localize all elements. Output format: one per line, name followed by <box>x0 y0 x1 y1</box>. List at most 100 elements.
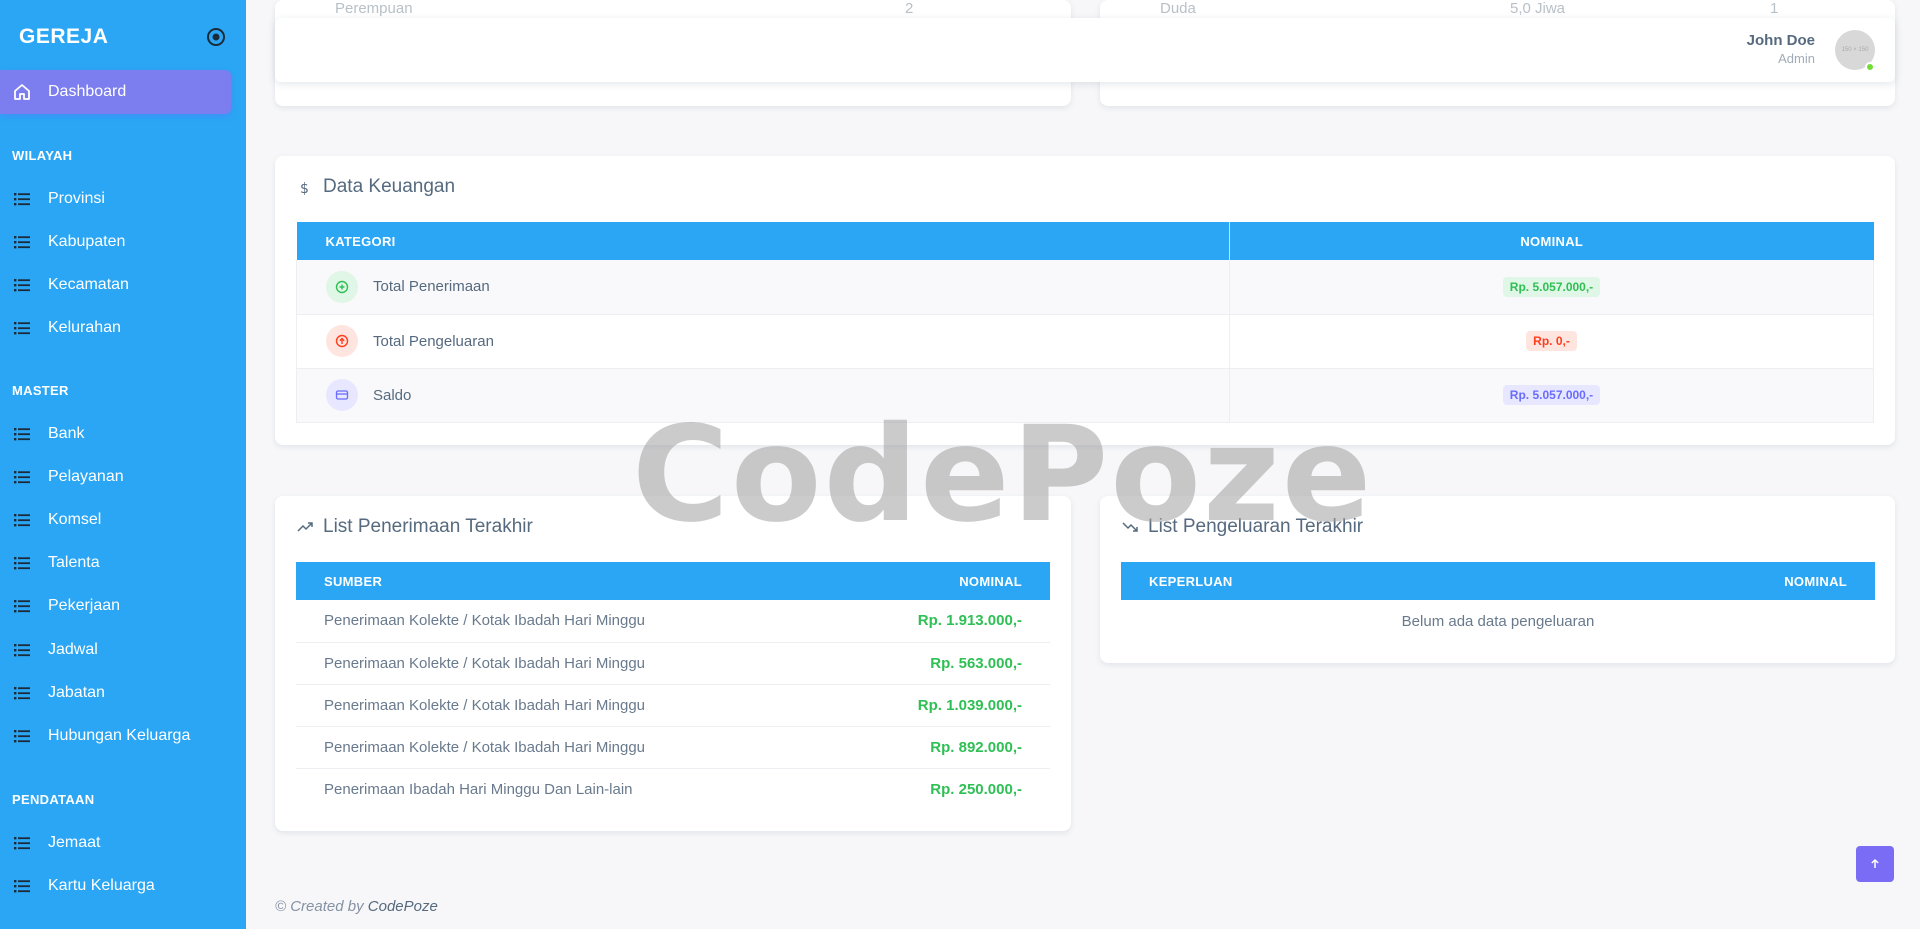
sidebar-item-label: Jabatan <box>48 684 105 701</box>
table-row: Penerimaan Kolekte / Kotak Ibadah Hari M… <box>296 642 1050 685</box>
ghost-label: Duda <box>1160 0 1196 17</box>
card-title-text: List Pengeluaran Terakhir <box>1148 516 1364 537</box>
brand: GEREJA <box>0 0 246 74</box>
empty-message: Belum ada data pengeluaran <box>1401 612 1595 630</box>
sidebar-item-kartu-keluarga[interactable]: Kartu Keluarga <box>12 871 155 901</box>
scroll-top-button[interactable] <box>1856 846 1894 882</box>
col-nominal: NOMINAL <box>1229 222 1874 260</box>
table-row: Penerimaan Kolekte / Kotak Ibadah Hari M… <box>296 600 1050 643</box>
sidebar-item-label: Bank <box>48 425 85 442</box>
user-info[interactable]: John Doe Admin <box>1747 32 1815 66</box>
nominal-badge: Rp. 0,- <box>1526 331 1577 351</box>
sumber-cell: Penerimaan Kolekte / Kotak Ibadah Hari M… <box>296 600 826 643</box>
ghost-value: 1 <box>1770 0 1779 17</box>
sidebar-item-provinsi[interactable]: Provinsi <box>12 184 105 214</box>
online-status-dot <box>1865 62 1875 72</box>
table-row: Total Penerimaan Rp. 5.057.000,- <box>296 260 1874 315</box>
arrow-up-circle-icon <box>326 325 358 357</box>
col-keperluan: KEPERLUAN <box>1149 573 1233 589</box>
sidebar-item-label: Jemaat <box>48 834 101 851</box>
list-icon <box>14 193 30 206</box>
sidebar-item-jabatan[interactable]: Jabatan <box>12 678 105 708</box>
ghost-label: Perempuan <box>335 0 413 17</box>
kategori-label: Saldo <box>373 386 412 404</box>
sidebar-item-label: Komsel <box>48 511 102 528</box>
footer-text: © Created by <box>275 898 364 915</box>
sidebar-item-komsel[interactable]: Komsel <box>12 505 101 535</box>
sidebar-item-kabupaten[interactable]: Kabupaten <box>12 227 125 257</box>
col-kategori: KATEGORI <box>325 233 396 249</box>
svg-text:$: $ <box>300 181 309 195</box>
sidebar-item-jadwal[interactable]: Jadwal <box>12 635 98 665</box>
table-row: Penerimaan Ibadah Hari Minggu Dan Lain-l… <box>296 768 1050 810</box>
nominal-cell: Rp. 563.000,- <box>825 642 1050 685</box>
sidebar-item-label: Hubungan Keluarga <box>48 727 191 744</box>
list-icon <box>14 514 30 527</box>
sidebar-item-label: Pekerjaan <box>48 597 121 614</box>
pengeluaran-table: KEPERLUAN NOMINAL Belum ada data pengelu… <box>1121 562 1875 642</box>
penerimaan-card: List Penerimaan Terakhir SUMBER NOMINAL … <box>275 496 1071 831</box>
nominal-badge: Rp. 5.057.000,- <box>1502 385 1601 405</box>
sidebar-item-label: Pelayanan <box>48 468 124 485</box>
home-icon <box>14 84 30 100</box>
sidebar-item-jemaat[interactable]: Jemaat <box>12 828 100 858</box>
sidebar-item-talenta[interactable]: Talenta <box>12 548 100 578</box>
sidebar-item-pekerjaan[interactable]: Pekerjaan <box>12 591 120 621</box>
table-row: Saldo Rp. 5.057.000,- <box>296 368 1874 423</box>
list-icon <box>14 322 30 335</box>
dollar-icon: $ <box>300 181 309 195</box>
footer: © Created by CodePoze <box>275 898 438 915</box>
sidebar-item-dashboard[interactable]: Dashboard <box>0 70 231 114</box>
list-icon <box>14 279 30 292</box>
section-header-master: MASTER <box>12 383 69 398</box>
footer-brand-link[interactable]: CodePoze <box>368 898 438 915</box>
nominal-cell: Rp. 892.000,- <box>825 726 1050 769</box>
target-icon[interactable] <box>206 27 226 47</box>
list-icon <box>14 687 30 700</box>
nominal-badge: Rp. 5.057.000,- <box>1502 276 1601 297</box>
table-row: Total Pengeluaran Rp. 0,- <box>296 314 1874 369</box>
card-title-text: List Penerimaan Terakhir <box>323 516 533 537</box>
col-nominal: NOMINAL <box>959 573 1022 589</box>
sidebar-item-hubungan-keluarga[interactable]: Hubungan Keluarga <box>12 721 190 751</box>
list-icon <box>14 880 30 893</box>
sumber-cell: Penerimaan Kolekte / Kotak Ibadah Hari M… <box>296 684 826 727</box>
sumber-cell: Penerimaan Kolekte / Kotak Ibadah Hari M… <box>296 726 826 769</box>
brand-name: GEREJA <box>19 25 109 48</box>
kategori-label: Total Pengeluaran <box>373 332 494 350</box>
sumber-cell: Penerimaan Ibadah Hari Minggu Dan Lain-l… <box>324 780 633 798</box>
arrow-up-icon <box>1871 858 1879 868</box>
list-icon <box>14 428 30 441</box>
sidebar-item-kecamatan[interactable]: Kecamatan <box>12 270 129 300</box>
sidebar-item-kelurahan[interactable]: Kelurahan <box>12 313 121 343</box>
sumber-cell: Penerimaan Kolekte / Kotak Ibadah Hari M… <box>296 642 826 685</box>
user-name: John Doe <box>1746 32 1815 49</box>
penerimaan-title: List Penerimaan Terakhir <box>297 516 533 538</box>
table-row: Penerimaan Kolekte / Kotak Ibadah Hari M… <box>296 684 1050 727</box>
avatar-placeholder: 150 × 150 <box>1841 47 1869 53</box>
trending-up-icon <box>297 522 313 532</box>
sidebar-item-label: Dashboard <box>48 83 127 100</box>
sidebar-item-bank[interactable]: Bank <box>12 419 84 449</box>
nominal-cell: Rp. 1.039.000,- <box>825 684 1050 727</box>
sidebar-item-label: Jadwal <box>48 641 98 658</box>
list-icon <box>14 644 30 657</box>
table-row: Penerimaan Kolekte / Kotak Ibadah Hari M… <box>296 726 1050 769</box>
sidebar-item-label: Kecamatan <box>48 276 129 293</box>
keuangan-table: KATEGORI NOMINAL Total Penerimaan Rp. 5.… <box>296 222 1874 423</box>
nominal-cell: Rp. 1.913.000,- <box>825 600 1050 643</box>
nominal-cell: Rp. 250.000,- <box>930 780 1022 798</box>
sidebar-item-label: Kartu Keluarga <box>48 877 155 894</box>
sidebar-item-pelayanan[interactable]: Pelayanan <box>12 462 124 492</box>
section-header-wilayah: WILAYAH <box>12 148 73 163</box>
trending-down-icon <box>1122 522 1138 532</box>
col-nominal: NOMINAL <box>1784 573 1847 589</box>
keuangan-title: $ Data Keuangan <box>297 176 455 198</box>
section-header-pendataan: PENDATAAN <box>12 792 95 807</box>
pengeluaran-title: List Pengeluaran Terakhir <box>1122 516 1363 538</box>
topbar: John Doe Admin 150 × 150 <box>275 18 1895 82</box>
ghost-value: 5,0 Jiwa <box>1510 0 1566 17</box>
card-title-text: Data Keuangan <box>323 176 456 197</box>
sidebar-item-label: Kelurahan <box>48 319 121 336</box>
list-icon <box>14 600 30 613</box>
